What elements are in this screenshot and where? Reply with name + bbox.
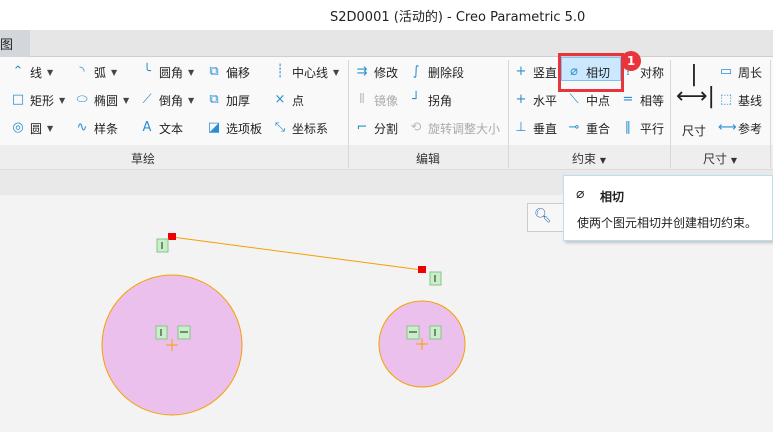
line-endpoint-marker[interactable] [418,266,426,273]
line-endpoint-marker[interactable] [168,233,176,240]
tangent-icon: ⌀ [576,186,585,202]
sketch-line[interactable] [171,236,423,271]
magnifier-icon: 🔍︎ [534,208,552,224]
tooltip-title: 相切 [600,190,625,204]
tooltip-description: 使两个图元相切并创建相切约束。 [577,216,758,230]
zoom-to-fit-button[interactable]: 🔍︎ [527,203,567,232]
tooltip: ⌀ 相切 使两个图元相切并创建相切约束。 [563,175,773,241]
